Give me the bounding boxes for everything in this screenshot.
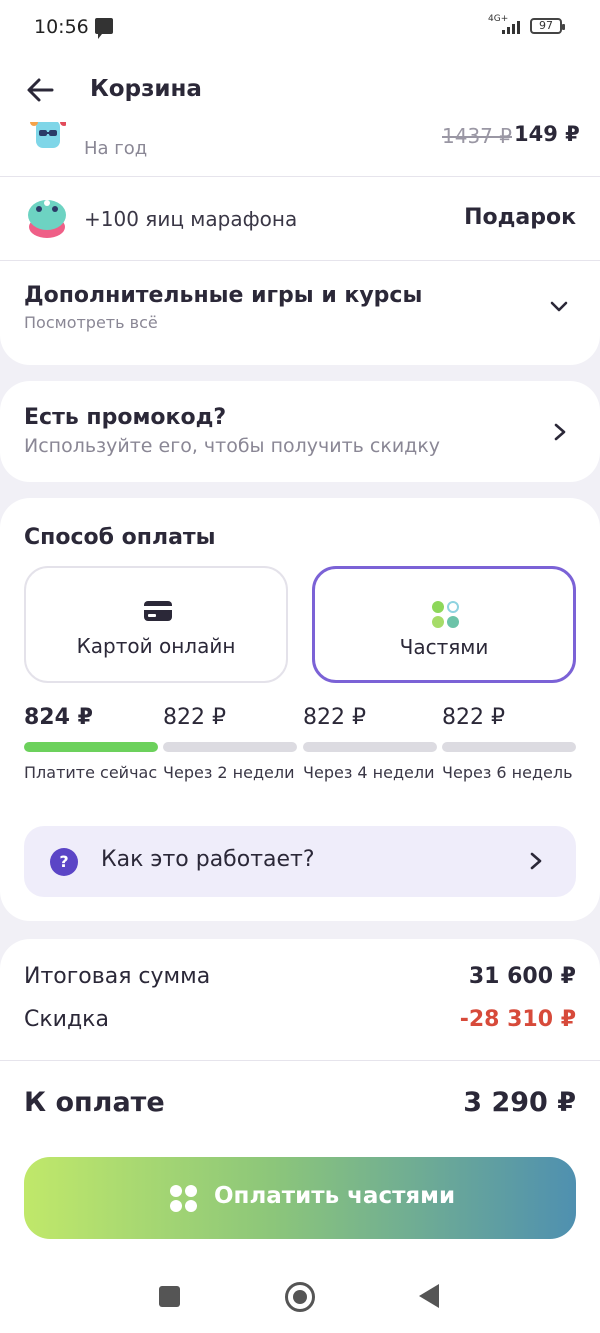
cart-items-card: На год 1437 ₽ 149 ₽ +100 яиц марафона По… <box>0 122 600 365</box>
subscription-mascot-icon <box>30 122 66 148</box>
subscription-old-price: 1437 ₽ <box>442 124 512 148</box>
installment-3: 822 ₽ Через 4 недели <box>303 705 437 805</box>
chevron-right-icon <box>530 852 542 870</box>
promo-title: Есть промокод? <box>24 405 227 430</box>
more-games-row[interactable]: Дополнительные игры и курсы Посмотреть в… <box>0 261 600 361</box>
installment-label: Через 2 недели <box>163 763 295 782</box>
more-games-title: Дополнительные игры и курсы <box>24 283 423 308</box>
total-label: Итоговая сумма <box>24 964 211 989</box>
gift-label: +100 яиц марафона <box>84 207 298 231</box>
installment-progress <box>163 742 297 752</box>
subscription-price: 149 ₽ <box>514 122 580 146</box>
installment-progress <box>442 742 576 752</box>
how-it-works-label: Как это работает? <box>101 847 315 872</box>
installment-label: Через 4 недели <box>303 763 435 782</box>
how-it-works-row[interactable]: ? Как это работает? <box>24 826 576 897</box>
installment-label: Платите сейчас <box>24 763 158 782</box>
battery-icon: 97 <box>530 18 565 34</box>
payment-title: Способ оплаты <box>24 525 216 550</box>
promo-code-row[interactable]: Есть промокод? Используйте его, чтобы по… <box>0 381 600 482</box>
subscription-period: На год <box>84 138 148 159</box>
chevron-right-icon <box>554 423 566 441</box>
installment-label: Через 6 недель <box>442 763 573 782</box>
parts-icon <box>432 601 460 629</box>
parts-icon <box>170 1185 198 1213</box>
marathon-egg-icon <box>28 200 66 238</box>
installment-progress <box>303 742 437 752</box>
status-time: 10:56 <box>34 16 89 38</box>
home-icon[interactable] <box>285 1282 315 1312</box>
pay-in-parts-button[interactable]: Оплатить частями <box>24 1157 576 1239</box>
gift-row: +100 яиц марафона Подарок <box>0 177 600 261</box>
pay-in-parts-option[interactable]: Частями <box>312 566 576 683</box>
installment-amount: 822 ₽ <box>442 705 505 730</box>
message-notification-icon <box>95 18 113 39</box>
total-value: 31 600 ₽ <box>468 964 576 989</box>
subscription-row[interactable]: На год 1437 ₽ 149 ₽ <box>0 122 600 177</box>
back-arrow-icon[interactable] <box>24 74 56 106</box>
amount-due-value: 3 290 ₽ <box>463 1087 576 1118</box>
pay-by-card-option[interactable]: Картой онлайн <box>24 566 288 683</box>
discount-label: Скидка <box>24 1007 109 1032</box>
installment-2: 822 ₽ Через 2 недели <box>163 705 297 805</box>
pay-in-parts-label: Частями <box>399 635 489 659</box>
installment-amount: 822 ₽ <box>163 705 226 730</box>
installment-amount: 824 ₽ <box>24 705 93 730</box>
signal-strength-icon <box>500 20 522 34</box>
pay-by-card-label: Картой онлайн <box>76 634 236 658</box>
payment-method-card: Способ оплаты Картой онлайн Частями 824 … <box>0 498 600 921</box>
chevron-down-icon <box>550 301 568 312</box>
credit-card-icon <box>144 601 172 621</box>
pay-button-label: Оплатить частями <box>214 1183 456 1209</box>
installment-amount: 822 ₽ <box>303 705 366 730</box>
more-games-subtitle: Посмотреть всё <box>24 313 158 332</box>
status-bar: 10:56 4G+ 97 <box>0 0 600 56</box>
gift-value: Подарок <box>464 205 576 230</box>
recent-apps-icon[interactable] <box>159 1286 180 1307</box>
installment-1: 824 ₽ Платите сейчас <box>24 705 158 805</box>
amount-due-label: К оплате <box>24 1087 165 1118</box>
installment-progress <box>24 742 158 752</box>
nav-back-icon[interactable] <box>419 1284 439 1308</box>
discount-value: -28 310 ₽ <box>459 1007 576 1032</box>
divider <box>0 1060 600 1061</box>
installment-4: 822 ₽ Через 6 недель <box>442 705 576 805</box>
question-icon: ? <box>50 848 78 876</box>
app-header: Корзина <box>0 56 600 122</box>
system-nav-bar <box>0 1260 600 1333</box>
promo-subtitle: Используйте его, чтобы получить скидку <box>24 435 441 457</box>
page-title: Корзина <box>90 76 202 102</box>
battery-level: 97 <box>539 19 553 32</box>
